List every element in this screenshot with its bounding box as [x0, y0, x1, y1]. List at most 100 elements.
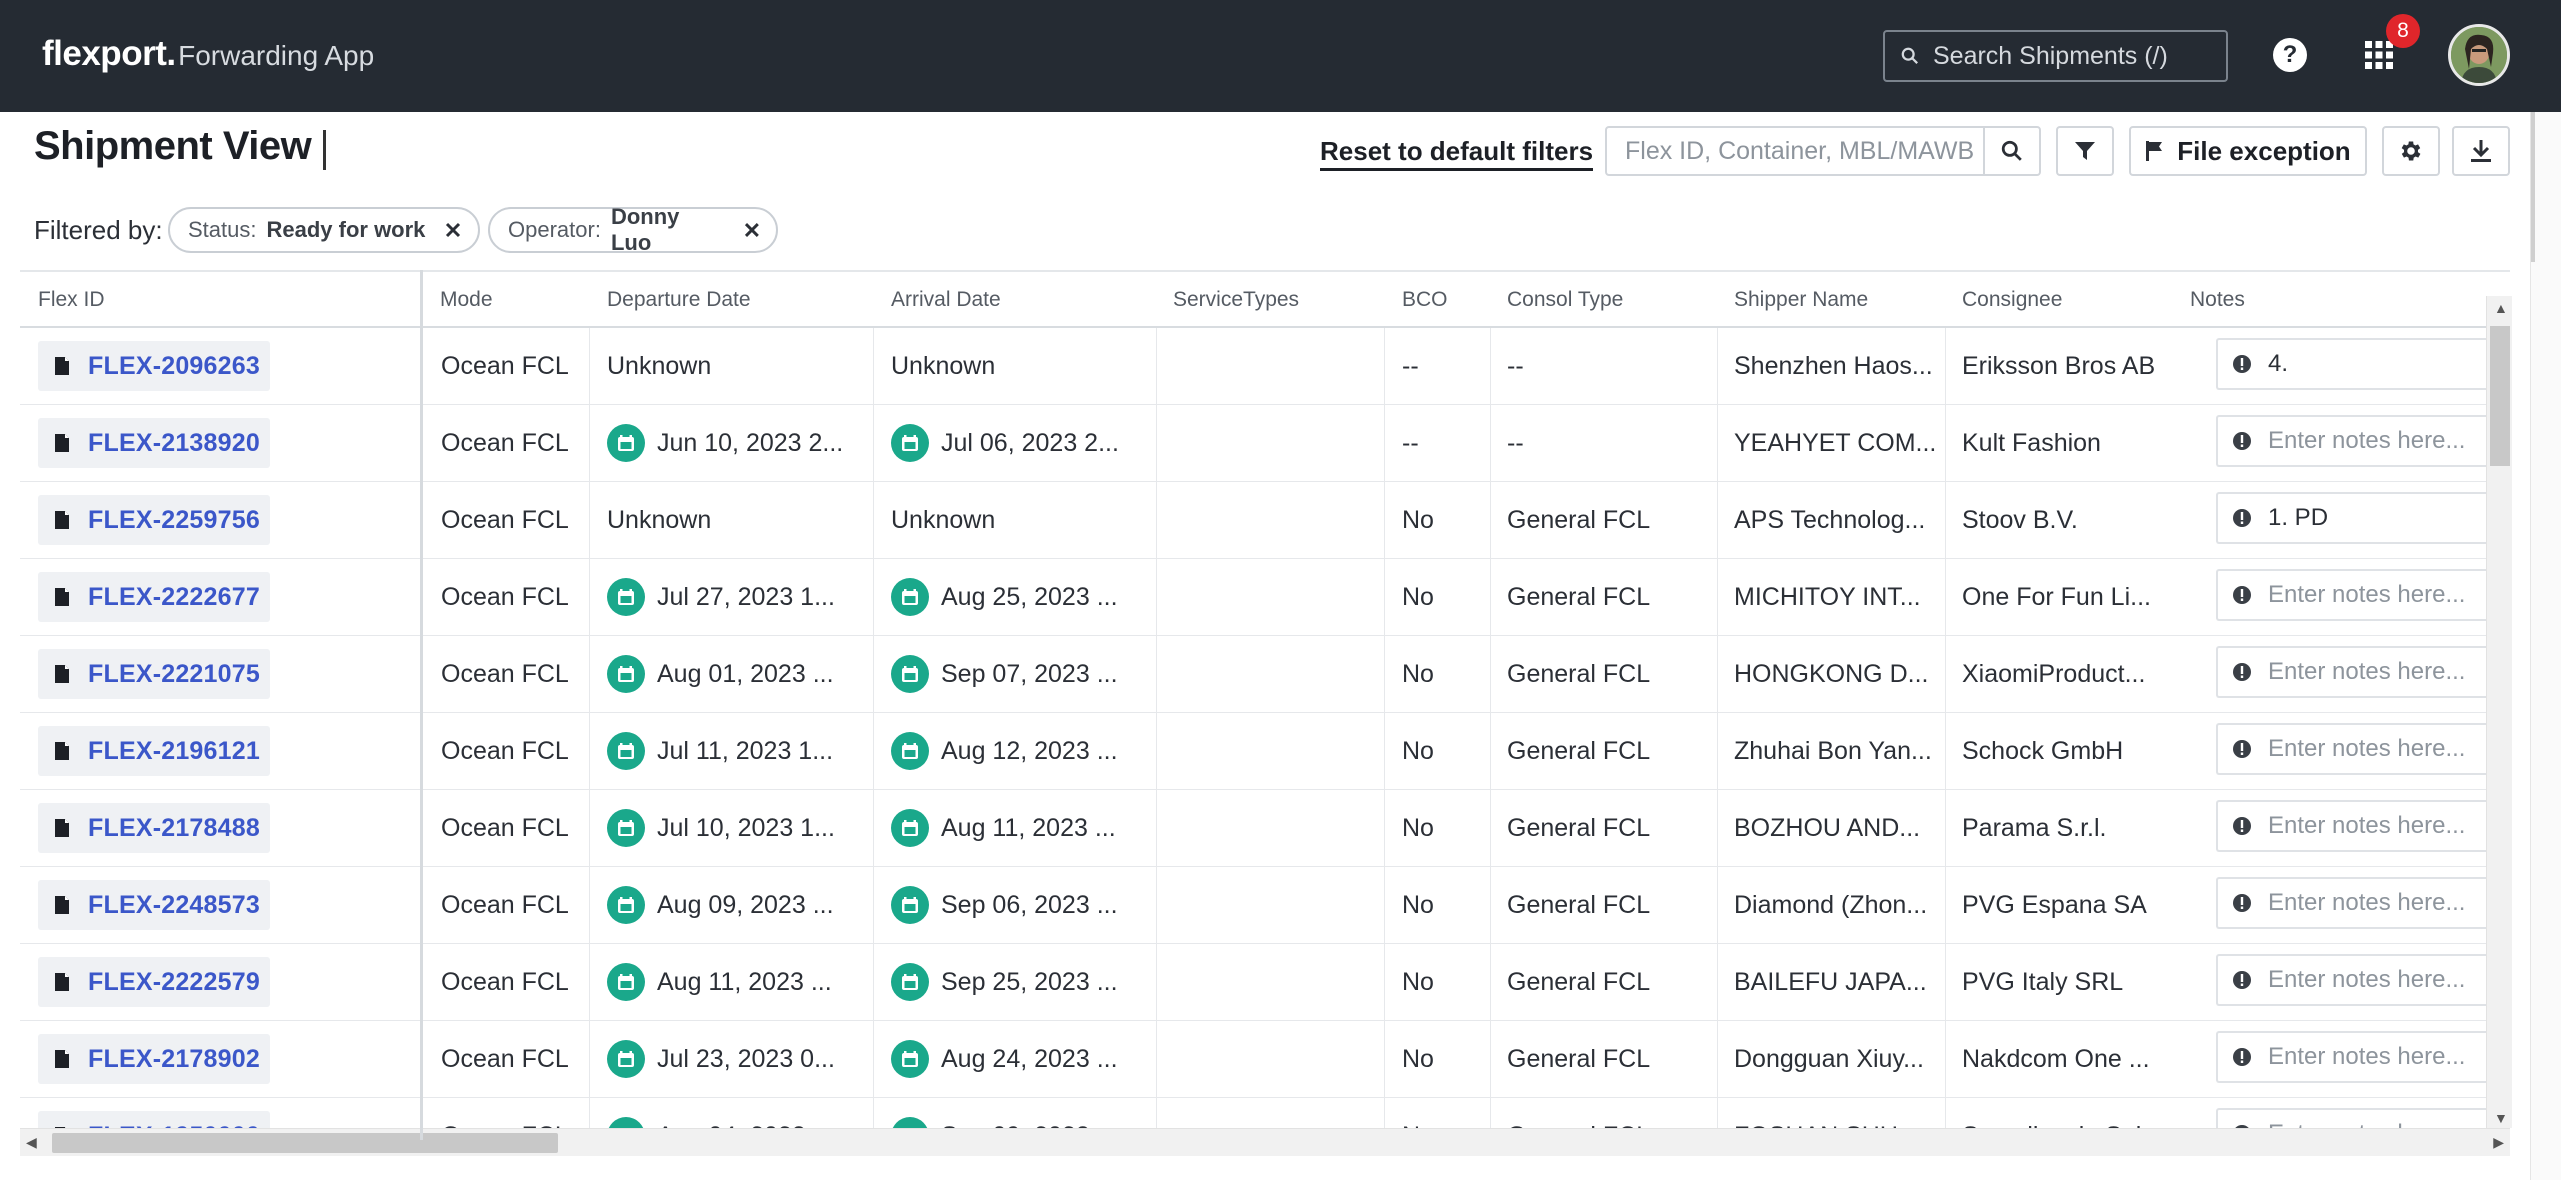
- service-types-cell: [1157, 559, 1385, 635]
- flex-id-cell: FLEX-2259756: [38, 495, 270, 545]
- shipper-name-cell: Zhuhai Bon Yan...: [1718, 713, 1946, 789]
- settings-button[interactable]: [2382, 126, 2440, 176]
- flex-id-link[interactable]: FLEX-2196121: [88, 737, 260, 766]
- table-row[interactable]: FLEX-2178488 Ocean FCL Jul 10, 2023 1... Au…: [20, 790, 2510, 867]
- flex-id-link[interactable]: FLEX-2178488: [88, 814, 260, 843]
- table-row[interactable]: FLEX-2178902 Ocean FCL Jul 23, 2023 0... Au…: [20, 1021, 2510, 1098]
- column-header-consol-type[interactable]: Consol Type: [1507, 288, 1623, 312]
- notification-badge: 8: [2386, 14, 2420, 48]
- page-scrollbar[interactable]: [2530, 112, 2561, 1180]
- notes-placeholder: Enter notes here...: [2268, 1120, 2465, 1128]
- notes-input[interactable]: 4.: [2216, 338, 2510, 390]
- column-header-bco[interactable]: BCO: [1402, 288, 1448, 312]
- scrollbar-thumb[interactable]: [2490, 326, 2510, 466]
- table-row[interactable]: FLEX-2259756 Ocean FCL Unknown Unknown No Gen…: [20, 482, 2510, 559]
- table-row[interactable]: FLEX-1950000 Ocean FCLAug 04, 2023 ...Sep…: [20, 1098, 2510, 1128]
- flex-id-cell: FLEX-2248573: [38, 880, 270, 930]
- column-header-arrival-date[interactable]: Arrival Date: [891, 288, 1001, 312]
- column-header-consignee[interactable]: Consignee: [1962, 288, 2062, 312]
- consignee-cell: Nakdcom One ...: [1962, 1044, 2150, 1073]
- arrival-date-value: Jul 06, 2023 2...: [941, 428, 1119, 457]
- close-icon[interactable]: [445, 222, 461, 238]
- service-types-cell: [1157, 713, 1385, 789]
- table-row[interactable]: FLEX-2222677 Ocean FCL Jul 27, 2023 1... Au…: [20, 559, 2510, 636]
- scroll-down-arrow[interactable]: ▼: [2494, 1110, 2508, 1126]
- table-row[interactable]: FLEX-2248573 Ocean FCL Aug 09, 2023 ... Sep…: [20, 867, 2510, 944]
- download-button[interactable]: [2452, 126, 2510, 176]
- table-row[interactable]: FLEX-2096263 Ocean FCL Unknown Unknown -- -- S…: [20, 328, 2510, 405]
- arrival-date-cell: Aug 25, 2023 ...: [874, 559, 1157, 635]
- notes-input[interactable]: Enter notes here...: [2216, 954, 2510, 1006]
- table-row[interactable]: FLEX-2221075 Ocean FCL Aug 01, 2023 ... Sep…: [20, 636, 2510, 713]
- departure-date-cell: Jul 27, 2023 1...: [590, 559, 874, 635]
- flex-id-link[interactable]: FLEX-2259756: [88, 506, 260, 535]
- column-header-flex-id[interactable]: Flex ID: [38, 288, 105, 312]
- column-header-notes[interactable]: Notes: [2190, 288, 2245, 312]
- flex-id-link[interactable]: FLEX-2222579: [88, 968, 260, 997]
- consol-type-cell: --: [1491, 328, 1718, 404]
- notes-input[interactable]: Enter notes here...: [2216, 1108, 2510, 1128]
- flex-id-link[interactable]: FLEX-2248573: [88, 891, 260, 920]
- table-vertical-scrollbar[interactable]: ▲ ▼: [2486, 296, 2512, 1128]
- user-avatar[interactable]: [2448, 24, 2510, 86]
- flex-id-cell: FLEX-2096263: [38, 341, 270, 391]
- notes-input[interactable]: Enter notes here...: [2216, 723, 2510, 775]
- help-icon[interactable]: ?: [2273, 38, 2307, 72]
- table-row[interactable]: FLEX-2222579 Ocean FCL Aug 11, 2023 ... Sep…: [20, 944, 2510, 1021]
- table-horizontal-scrollbar[interactable]: ◀ ▶: [20, 1128, 2510, 1156]
- notes-input[interactable]: Enter notes here...: [2216, 569, 2510, 621]
- notes-input[interactable]: Enter notes here...: [2216, 1031, 2510, 1083]
- shipper-name-cell: MICHITOY INT...: [1718, 559, 1946, 635]
- search-button[interactable]: [1983, 126, 2041, 176]
- scroll-up-arrow[interactable]: ▲: [2494, 300, 2508, 316]
- document-icon: [55, 742, 69, 760]
- consignee-cell: XiaomiProduct...: [1962, 659, 2146, 688]
- notes-placeholder: Enter notes here...: [2268, 735, 2466, 762]
- arrival-date-cell: Aug 12, 2023 ...: [874, 713, 1157, 789]
- notes-input[interactable]: Enter notes here...: [2216, 415, 2510, 467]
- app-grid-icon[interactable]: [2364, 40, 2394, 70]
- service-types-cell: [1157, 867, 1385, 943]
- column-header-service-types[interactable]: ServiceTypes: [1173, 288, 1299, 312]
- file-exception-button[interactable]: File exception: [2129, 126, 2367, 176]
- scrollbar-thumb[interactable]: [52, 1133, 558, 1153]
- column-header-departure-date[interactable]: Departure Date: [607, 288, 751, 312]
- document-icon: [55, 819, 69, 837]
- service-types-cell: [1157, 405, 1385, 481]
- scroll-left-arrow[interactable]: ◀: [26, 1134, 37, 1151]
- file-exception-label: File exception: [2177, 135, 2351, 166]
- consol-type-cell: General FCL: [1491, 944, 1718, 1020]
- filter-button[interactable]: [2056, 126, 2114, 176]
- shipper-name-cell: HONGKONG D...: [1718, 636, 1946, 712]
- shipper-name-cell: Shenzhen Haos...: [1718, 328, 1946, 404]
- chip-value: Donny Luo: [610, 204, 680, 255]
- document-icon: [55, 357, 69, 375]
- flex-id-link[interactable]: FLEX-2178902: [88, 1045, 260, 1074]
- notes-input[interactable]: Enter notes here...: [2216, 646, 2510, 698]
- consignee-cell: PVG Espana SA: [1962, 890, 2147, 919]
- flex-id-link[interactable]: FLEX-2138920: [88, 429, 260, 458]
- column-header-shipper-name[interactable]: Shipper Name: [1734, 288, 1868, 312]
- notes-input[interactable]: Enter notes here...: [2216, 800, 2510, 852]
- alert-icon: [2233, 432, 2251, 450]
- table-row[interactable]: FLEX-2138920 Ocean FCL Jun 10, 2023 2... Ju…: [20, 405, 2510, 482]
- column-header-mode[interactable]: Mode: [440, 288, 493, 312]
- table-row[interactable]: FLEX-2196121 Ocean FCL Jul 11, 2023 1... Au…: [20, 713, 2510, 790]
- flex-id-link[interactable]: FLEX-2096263: [88, 352, 260, 381]
- departure-date-cell: Jun 10, 2023 2...: [590, 405, 874, 481]
- shipment-search-input[interactable]: Flex ID, Container, MBL/MAWB: [1605, 126, 1985, 176]
- app-logo[interactable]: flexport . Forwarding App: [42, 34, 374, 78]
- notes-input[interactable]: 1. PD: [2216, 492, 2510, 544]
- reset-filters-link[interactable]: Reset to default filters: [1320, 136, 1594, 171]
- arrival-date-cell: Aug 11, 2023 ...: [874, 790, 1157, 866]
- notes-value: 1. PD: [2268, 504, 2329, 531]
- departure-date-cell: Unknown: [590, 482, 874, 558]
- scroll-right-arrow[interactable]: ▶: [2493, 1134, 2504, 1151]
- notes-input[interactable]: Enter notes here...: [2216, 877, 2510, 929]
- close-icon[interactable]: [744, 222, 760, 238]
- global-search-input[interactable]: Search Shipments (/): [1883, 30, 2228, 82]
- departure-date-value: Jul 27, 2023 1...: [657, 582, 835, 611]
- flex-id-link[interactable]: FLEX-2222677: [88, 583, 260, 612]
- shipper-name-cell: BAILEFU JAPA...: [1718, 944, 1946, 1020]
- flex-id-link[interactable]: FLEX-2221075: [88, 660, 260, 689]
